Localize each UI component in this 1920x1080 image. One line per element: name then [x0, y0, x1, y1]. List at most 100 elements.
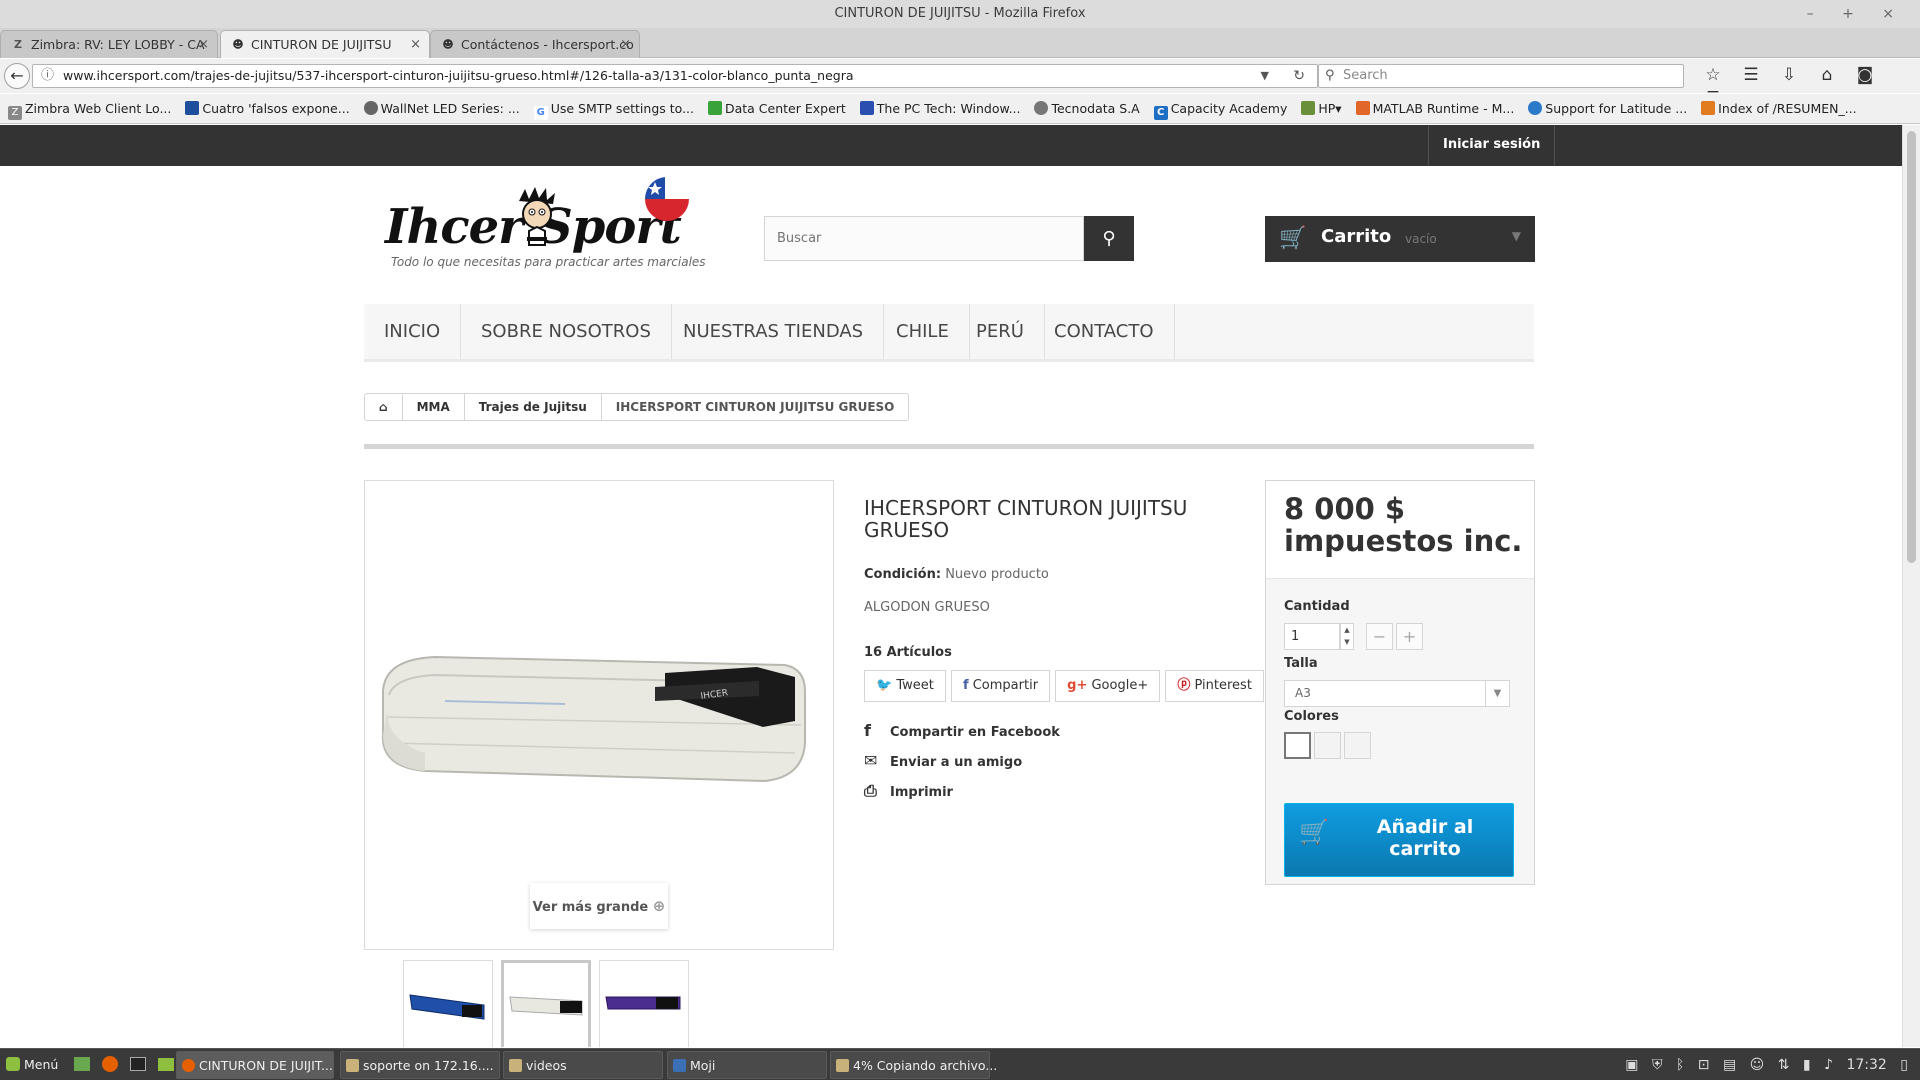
color-swatch[interactable]: [1344, 732, 1371, 759]
battery-icon[interactable]: ▮: [1803, 1057, 1811, 1073]
bluetooth-icon[interactable]: ᛒ: [1676, 1057, 1684, 1073]
tray-app-icon[interactable]: ▣: [1625, 1057, 1638, 1073]
tab-label: Contáctenos - Ihcersport.co: [461, 37, 634, 52]
pocket-icon[interactable]: ◙: [1846, 65, 1884, 85]
quantity-label: Cantidad: [1284, 599, 1350, 614]
clock[interactable]: 17:32: [1846, 1057, 1886, 1073]
quantity-decrease-button[interactable]: −: [1366, 623, 1393, 650]
print-link[interactable]: ⎙ Imprimir: [864, 776, 1224, 806]
volume-icon[interactable]: ♪: [1824, 1057, 1833, 1073]
size-label: Talla: [1284, 656, 1318, 671]
color-swatch[interactable]: [1314, 732, 1341, 759]
close-tab-icon[interactable]: ×: [198, 31, 209, 58]
desktop-icon[interactable]: [74, 1057, 90, 1071]
folder-icon: [1301, 101, 1316, 115]
google-plus-button[interactable]: g+ Google+: [1055, 670, 1161, 702]
info-icon[interactable]: ⓘ: [41, 65, 54, 87]
quantity-spinner[interactable]: ▲ ▼: [1340, 623, 1354, 650]
bookmark-item[interactable]: MATLAB Runtime - M...: [1355, 94, 1514, 123]
firefox-icon[interactable]: [101, 1056, 118, 1072]
update-icon[interactable]: ⊡: [1698, 1057, 1710, 1073]
bookmark-label: The PC Tech: Window...: [876, 101, 1021, 116]
quantity-increase-button[interactable]: +: [1396, 623, 1423, 650]
bookmark-star-icon[interactable]: ☆: [1694, 65, 1732, 85]
tab-zimbra[interactable]: Z Zimbra: RV: LEY LOBBY - CA ×: [0, 30, 218, 58]
show-desktop-icon[interactable]: ▯: [1900, 1057, 1908, 1073]
menu-item-contacto[interactable]: CONTACTO: [1034, 304, 1175, 359]
capacity-icon: C: [1153, 106, 1168, 120]
thumbnail-blue-belt[interactable]: [403, 960, 493, 1047]
menu-item-sobre-nosotros[interactable]: SOBRE NOSOTROS: [461, 304, 672, 359]
page-scrollbar[interactable]: [1902, 125, 1920, 1047]
bookmark-item[interactable]: Z Zimbra Web Client Lo...: [7, 94, 171, 123]
thumbnail-purple-belt[interactable]: [599, 960, 689, 1047]
reading-list-icon[interactable]: ☰: [1732, 65, 1770, 85]
network-icon[interactable]: ⇅: [1778, 1057, 1790, 1073]
view-larger-button[interactable]: Ver más grande ⊕: [530, 883, 668, 929]
browser-search-input[interactable]: ⚲ Search: [1318, 64, 1684, 88]
link-label: Compartir en Facebook: [890, 725, 1060, 740]
bookmark-folder-hp[interactable]: HP▾: [1301, 94, 1342, 123]
breadcrumb-trajes[interactable]: Trajes de Jujitsu: [465, 394, 602, 420]
folder-icon[interactable]: [157, 1058, 174, 1071]
menu-item-peru[interactable]: PERÚ: [956, 304, 1045, 359]
home-icon[interactable]: ⌂: [1808, 65, 1846, 85]
newspaper-icon: [185, 101, 200, 115]
menu-item-nuestras-tiendas[interactable]: NUESTRAS TIENDAS: [663, 304, 885, 359]
bookmark-item[interactable]: C Capacity Academy: [1153, 94, 1287, 123]
reload-icon[interactable]: ↻: [1293, 65, 1305, 87]
taskbar-window-firefox[interactable]: CINTURON DE JUIJIT...: [176, 1051, 334, 1079]
bookmark-item[interactable]: Data Center Expert: [707, 94, 846, 123]
bookmark-item[interactable]: Cuatro 'falsos expone...: [185, 94, 350, 123]
download-arrow-icon[interactable]: ⇩: [1770, 65, 1808, 85]
system-tray: ▣ ⛨ ᛒ ⊡ ▤ ☺ ⇅ ▮ ♪ 17:32 ▯: [1616, 1051, 1908, 1079]
taskbar-window-copy[interactable]: 4% Copiando archivo...: [830, 1051, 997, 1079]
home-icon[interactable]: ⌂: [365, 394, 403, 420]
bookmark-item[interactable]: WallNet LED Series: ...: [363, 94, 520, 123]
user-icon[interactable]: ☺: [1750, 1057, 1765, 1073]
tab-contactenos[interactable]: ☻ Contáctenos - Ihcersport.co ×: [430, 30, 640, 58]
tab-cinturon[interactable]: ☻ CINTURON DE JUIJITSU ×: [220, 30, 430, 58]
pinterest-button[interactable]: ⓟ Pinterest: [1165, 670, 1264, 702]
facebook-share-button[interactable]: f Compartir: [950, 670, 1051, 702]
color-swatch-white[interactable]: [1284, 732, 1311, 759]
bookmark-item[interactable]: Tecnodata S.A: [1034, 94, 1140, 123]
menu-item-inicio[interactable]: INICIO: [364, 304, 462, 359]
white-belt-image: IHCER: [381, 655, 806, 783]
shield-icon[interactable]: ⛨: [1652, 1057, 1663, 1073]
add-to-cart-button[interactable]: 🛒 Añadir al carrito: [1284, 803, 1514, 877]
size-select[interactable]: A3 ▼: [1284, 680, 1510, 707]
taskbar-window-videos[interactable]: videos: [503, 1051, 663, 1079]
product-image[interactable]: IHCER: [364, 480, 834, 950]
bookmark-item[interactable]: G Use SMTP settings to...: [533, 94, 694, 123]
search-button[interactable]: ⚲: [1084, 216, 1134, 261]
site-logo[interactable]: Ihcer Sport Todo lo que necesitas para p…: [385, 177, 706, 269]
facebook-share-link[interactable]: f Compartir en Facebook: [864, 716, 1224, 746]
close-tab-icon[interactable]: ×: [620, 31, 631, 58]
clipboard-icon[interactable]: ▤: [1723, 1057, 1736, 1073]
close-tab-icon[interactable]: ×: [410, 31, 421, 58]
quantity-input[interactable]: 1: [1284, 623, 1340, 650]
back-arrow-icon[interactable]: ←: [4, 63, 30, 89]
taskbar-window-moji[interactable]: Moji: [667, 1051, 827, 1079]
terminal-icon[interactable]: [129, 1057, 146, 1071]
bookmark-item[interactable]: Index of /RESUMEN_...: [1701, 94, 1857, 123]
login-link[interactable]: Iniciar sesión: [1428, 125, 1556, 166]
start-menu-button[interactable]: Menú: [0, 1051, 58, 1079]
social-share: 🐦 Tweet f Compartir g+ Google+ ⓟ Pintere…: [864, 670, 1264, 702]
tweet-button[interactable]: 🐦 Tweet: [864, 670, 946, 702]
web-page: Iniciar sesión Ihcer Sport Todo lo que n…: [0, 125, 1902, 1047]
price-box: 8 000 $ impuestos inc.: [1266, 481, 1534, 579]
bookmark-item[interactable]: Support for Latitude ...: [1528, 94, 1687, 123]
bookmark-item[interactable]: The PC Tech: Window...: [859, 94, 1021, 123]
cart-dropdown[interactable]: 🛒 Carrito vacío ▼: [1265, 216, 1535, 262]
scrollbar-thumb[interactable]: [1907, 131, 1916, 563]
window-controls[interactable]: – + ×: [1807, 0, 1906, 28]
url-bar[interactable]: ⓘ www.ihcersport.com/trajes-de-jujitsu/5…: [32, 64, 1318, 88]
send-to-friend-link[interactable]: ✉ Enviar a un amigo: [864, 746, 1224, 776]
chevron-down-icon[interactable]: ▼: [1261, 65, 1269, 87]
taskbar-window-soporte[interactable]: soporte on 172.16....: [340, 1051, 500, 1079]
thumbnail-white-belt[interactable]: [501, 960, 591, 1047]
breadcrumb-mma[interactable]: MMA: [403, 394, 465, 420]
site-search-input[interactable]: [764, 216, 1084, 261]
